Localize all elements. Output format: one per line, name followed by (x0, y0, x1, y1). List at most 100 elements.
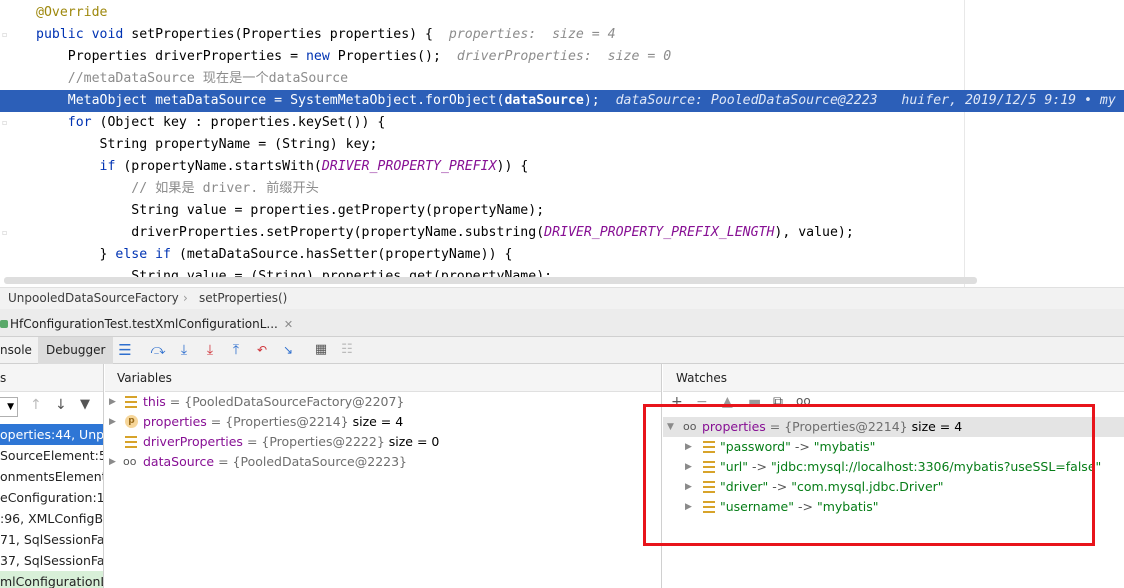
tab-debugger[interactable]: Debugger (38, 337, 114, 364)
breadcrumb-separator: › (183, 291, 188, 305)
force-step-into-icon[interactable]: ⤓ (202, 342, 218, 358)
run-config-tab[interactable]: HfConfigurationTest.testXmlConfiguration… (0, 313, 293, 335)
code-line[interactable]: public void setProperties(Properties pro… (0, 24, 1124, 46)
code-token: new (305, 49, 338, 64)
code-token: @Override (36, 5, 108, 20)
code-text: // 如果是 driver. 前缀开头 (36, 178, 319, 200)
entry-value: "jdbc:mysql://localhost:3306/mybatis?use… (771, 459, 1102, 474)
entry-arrow: -> (797, 499, 813, 514)
variable-name: dataSource (143, 454, 215, 469)
map-entry-icon (703, 441, 715, 453)
run-to-cursor-icon[interactable]: ↘ (280, 342, 296, 358)
run-config-icon (0, 320, 8, 328)
move-down-icon[interactable]: ▬ (748, 394, 761, 410)
variable-row[interactable]: driverProperties = {Properties@2222} siz… (105, 432, 661, 452)
thread-select[interactable]: ▼ (0, 397, 18, 417)
frame-item[interactable]: :96, XMLConfigBu (0, 508, 103, 529)
tab-console[interactable]: nsole (0, 337, 32, 364)
variable-value: = {PooledDataSourceFactory@2207} (169, 394, 405, 409)
frame-item[interactable]: 71, SqlSessionFac (0, 529, 103, 550)
variable-row[interactable]: ▶ this = {PooledDataSourceFactory@2207} (105, 392, 661, 412)
expand-arrow-icon[interactable]: ▶ (109, 412, 116, 432)
breadcrumb-method[interactable]: setProperties() (199, 288, 287, 309)
watch-entry-row[interactable]: ▶ "password" -> "mybatis" (663, 437, 1124, 457)
inline-debug-hint: driverProperties: size = 0 (456, 49, 672, 64)
remove-watch-icon[interactable]: − (696, 394, 708, 410)
code-text: String value = properties.getProperty(pr… (36, 200, 544, 222)
trace-stream-icon[interactable]: ☷ (339, 342, 355, 358)
code-line[interactable]: //metaDataSource 现在是一个dataSource (0, 68, 1124, 90)
add-watch-icon[interactable]: + (671, 394, 683, 410)
breadcrumb: UnpooledDataSourceFactory › setPropertie… (0, 287, 1124, 309)
variable-row[interactable]: ▶ oo dataSource = {PooledDataSource@2223… (105, 452, 661, 472)
code-line[interactable]: Properties driverProperties = new Proper… (0, 46, 1124, 68)
code-token: (metaDataSource.hasSetter(propertyName))… (178, 247, 513, 262)
down-arrow-icon[interactable]: ↓ (55, 397, 67, 413)
step-into-icon[interactable]: ⤓ (176, 342, 192, 358)
code-line[interactable]: String propertyName = (String) key; (0, 134, 1124, 156)
watch-entry-row[interactable]: ▶ "driver" -> "com.mysql.jdbc.Driver" (663, 477, 1124, 497)
code-text: //metaDataSource 现在是一个dataSource (36, 68, 348, 90)
step-over-icon[interactable]: ⤼ (150, 342, 166, 358)
step-out-icon[interactable]: ⤒ (228, 342, 244, 358)
code-token: DRIVER_PROPERTY_PREFIX_LENGTH (544, 225, 775, 240)
code-text: driverProperties.setProperty(propertyNam… (36, 222, 854, 244)
drop-frame-icon[interactable]: ↶ (254, 342, 270, 358)
code-text: MetaObject metaDataSource = SystemMetaOb… (36, 90, 1116, 112)
expand-arrow-icon[interactable]: ▶ (685, 497, 692, 517)
variables-header: Variables (105, 364, 661, 392)
watch-entry-row[interactable]: ▶ "username" -> "mybatis" (663, 497, 1124, 517)
horizontal-scrollbar[interactable] (4, 277, 977, 284)
watch-glasses-icon: oo (683, 420, 697, 433)
expand-arrow-icon[interactable]: ▶ (685, 437, 692, 457)
frame-item[interactable]: 37, SqlSessionFac (0, 550, 103, 571)
code-line[interactable]: driverProperties.setProperty(propertyNam… (0, 222, 1124, 244)
code-line[interactable]: } else if (metaDataSource.hasSetter(prop… (0, 244, 1124, 266)
entry-key: "username" (720, 499, 794, 514)
expand-arrow-icon[interactable]: ▶ (109, 452, 116, 472)
up-arrow-icon[interactable]: ↑ (30, 397, 42, 413)
code-line[interactable]: String value = properties.getProperty(pr… (0, 200, 1124, 222)
evaluate-expression-icon[interactable]: ▦ (313, 342, 329, 358)
frame-item[interactable]: mlConfigurationLo (0, 571, 103, 588)
frames-menu-icon[interactable]: ☰ (117, 342, 133, 358)
frames-header: s (0, 364, 103, 392)
move-up-icon[interactable]: ▲ (722, 394, 733, 410)
watch-entry-row[interactable]: ▶ "url" -> "jdbc:mysql://localhost:3306/… (663, 457, 1124, 477)
variable-extra: size = 4 (348, 414, 404, 429)
current-execution-line[interactable]: MetaObject metaDataSource = SystemMetaOb… (0, 90, 1124, 112)
variable-row[interactable]: ▶ p properties = {Properties@2214} size … (105, 412, 661, 432)
watch-value: = {Properties@2214} (769, 419, 908, 434)
watch-root-row[interactable]: ▼ oo properties = {Properties@2214} size… (663, 417, 1124, 437)
frame-item[interactable]: onmentsElement:4 (0, 466, 103, 487)
code-line[interactable]: if (propertyName.startsWith(DRIVER_PROPE… (0, 156, 1124, 178)
code-text: Properties driverProperties = new Proper… (36, 46, 671, 68)
entry-value: "mybatis" (813, 439, 876, 454)
debugger-toolbar: nsole Debugger ☰ ⤼ ⤓ ⤓ ⤒ ↶ ↘ ▦ ☷ (0, 337, 1124, 364)
run-config-label: HfConfigurationTest.testXmlConfiguration… (10, 317, 278, 331)
code-line[interactable]: // 如果是 driver. 前缀开头 (0, 178, 1124, 200)
expand-arrow-icon[interactable]: ▶ (685, 477, 692, 497)
expand-arrow-icon[interactable]: ▶ (109, 392, 116, 412)
close-icon[interactable]: ✕ (284, 318, 293, 331)
breadcrumb-class[interactable]: UnpooledDataSourceFactory (8, 288, 179, 309)
frame-item[interactable]: eConfiguration:125 (0, 487, 103, 508)
code-line[interactable]: for (Object key : properties.keySet()) { (0, 112, 1124, 134)
copy-icon[interactable]: ⧉ (773, 394, 783, 410)
code-line[interactable]: @Override (0, 2, 1124, 24)
code-token: (Object key : properties.keySet()) { (99, 115, 386, 130)
code-token: (propertyName.startsWith( (123, 159, 322, 174)
collapse-arrow-icon[interactable]: ▼ (667, 417, 674, 437)
frame-item[interactable]: SourceElement:502 (0, 445, 103, 466)
expand-arrow-icon[interactable]: ▶ (685, 457, 692, 477)
code-token: DRIVER_PROPERTY_PREFIX (321, 159, 497, 174)
code-editor[interactable]: ▫ ▫ ▫ @Override public void setProperties(P… (0, 0, 1124, 287)
glasses-icon[interactable]: oo (796, 394, 811, 408)
code-token: Properties driverProperties = (36, 49, 306, 64)
frame-item[interactable]: operties:44, Unpo (0, 424, 103, 445)
watches-panel: Watches + − ▲ ▬ ⧉ oo ▼ oo properties = {… (663, 364, 1124, 588)
watch-extra: size = 4 (907, 419, 963, 434)
entry-arrow: -> (772, 479, 788, 494)
filter-icon[interactable]: ▼ (80, 397, 90, 412)
